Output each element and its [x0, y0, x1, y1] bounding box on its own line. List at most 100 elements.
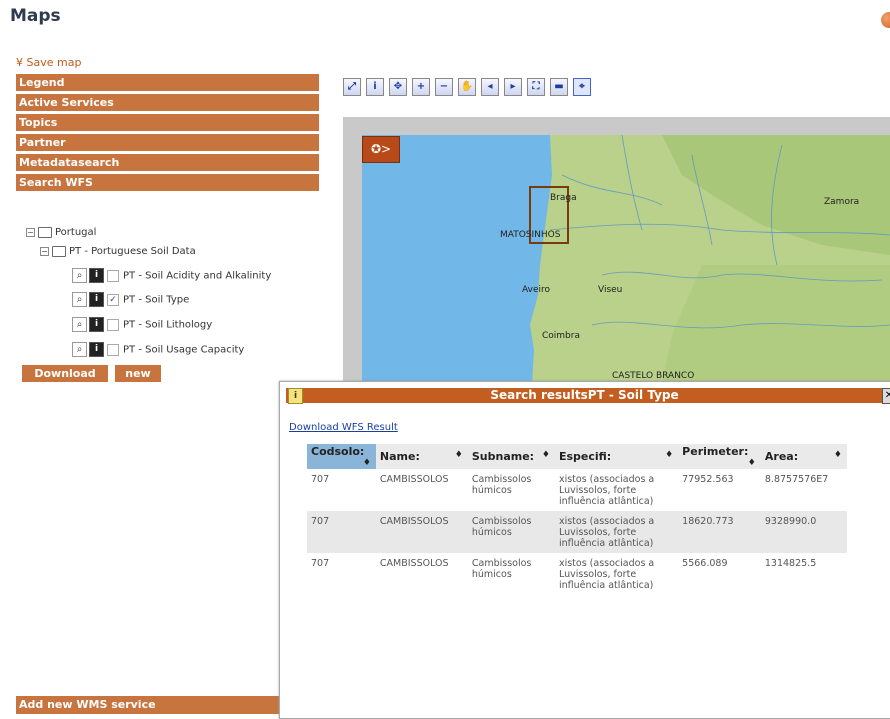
dialog-title: Search resultsPT - Soil Type [286, 388, 883, 403]
download-wfs-result-link[interactable]: Download WFS Result [289, 422, 398, 433]
layer-row: ⌕ i PT - Soil Lithology [72, 317, 212, 333]
collapse-icon[interactable]: − [40, 246, 49, 256]
sort-icon: ♦ [362, 458, 371, 468]
cell-codsolo: 707 [307, 511, 376, 553]
tree-node-portugal[interactable]: − Portugal [26, 225, 96, 241]
accordion-topics[interactable]: Topics [16, 114, 319, 131]
sort-icon: ♦ [747, 458, 756, 468]
zoom-to-extent-icon[interactable]: ⤢ [343, 78, 361, 96]
zoom-out-icon[interactable]: − [435, 78, 453, 96]
cell-area: 1314825.5 [760, 553, 847, 595]
cell-subname: Cambissolos húmicos [467, 469, 555, 511]
results-table: Codsolo: ♦ Name: ♦ Subname: ♦ Especifi: ♦ Pe… [307, 444, 847, 595]
map-label-matosinhos: MATOSINHOS [500, 230, 561, 240]
back-icon[interactable]: ◂ [481, 78, 499, 96]
table-row[interactable]: 707 CAMBISSOLOS Cambissolos húmicos xist… [307, 469, 847, 511]
accordion-search-wfs[interactable]: Search WFS [16, 174, 319, 191]
cell-subname: Cambissolos húmicos [467, 511, 555, 553]
map-label-braga: Braga [550, 193, 577, 203]
layer-label: PT - Soil Lithology [123, 319, 213, 331]
cell-area: 8.8757576E7 [760, 469, 847, 511]
layer-info-icon[interactable]: i [89, 268, 104, 283]
folder-icon [38, 226, 52, 238]
accordion-legend[interactable]: Legend [16, 74, 319, 91]
accordion-active-services[interactable]: Active Services [16, 94, 319, 111]
full-extent-icon[interactable]: ⛶ [527, 78, 545, 96]
cell-especifi: xistos (associados a Luvissolos, forte i… [554, 553, 679, 595]
layer-info-icon[interactable]: i [89, 342, 104, 357]
sort-icon: ♦ [665, 450, 674, 460]
accordion-partner[interactable]: Partner [16, 134, 319, 151]
tree-node-label: Portugal [55, 227, 97, 238]
folder-icon [52, 245, 66, 257]
close-icon[interactable]: ✕ [882, 388, 890, 404]
layer-label: PT - Soil Usage Capacity [123, 344, 245, 356]
zoom-layer-icon[interactable]: ⌕ [72, 268, 87, 283]
accordion-metadatasearch[interactable]: Metadatasearch [16, 154, 319, 171]
map-label-coimbra: Coimbra [542, 331, 580, 341]
cell-especifi: xistos (associados a Luvissolos, forte i… [554, 469, 679, 511]
cell-name: CAMBISSOLOS [375, 511, 468, 553]
layer-checkbox[interactable] [107, 269, 119, 282]
layer-checkbox[interactable] [107, 343, 119, 356]
zoom-layer-icon[interactable]: ⌕ [72, 292, 87, 307]
layer-row: ⌕ i PT - Soil Acidity and Alkalinity [72, 268, 271, 284]
layer-info-icon[interactable]: i [89, 292, 104, 307]
zoom-layer-icon[interactable]: ⌕ [72, 342, 87, 357]
info-tool-icon[interactable]: i [366, 78, 384, 96]
sidebar-accordion: Legend Active Services Topics Partner Me… [16, 74, 319, 194]
pan-hand-icon[interactable]: ✋ [458, 78, 476, 96]
print-icon[interactable]: ▬ [550, 78, 568, 96]
cell-perimeter: 18620.773 [678, 511, 761, 553]
map-canvas[interactable]: Braga Zamora MATOSINHOS Aveiro Viseu Coi… [362, 135, 890, 385]
pan-extent-icon[interactable]: ✥ [389, 78, 407, 96]
user-avatar-icon[interactable] [881, 12, 890, 28]
cell-codsolo: 707 [307, 553, 376, 595]
sort-icon: ♦ [454, 450, 463, 460]
cell-especifi: xistos (associados a Luvissolos, forte i… [554, 511, 679, 553]
select-feature-icon[interactable]: ⌖ [573, 78, 591, 96]
map-label-viseu: Viseu [598, 285, 623, 295]
cell-name: CAMBISSOLOS [375, 469, 468, 511]
layer-checkbox[interactable]: ✓ [107, 293, 119, 306]
sort-icon: ♦ [541, 450, 550, 460]
sort-icon: ♦ [833, 450, 842, 460]
add-wms-service-button[interactable]: Add new WMS service [16, 696, 282, 714]
info-icon: i [288, 388, 303, 404]
layer-label: PT - Soil Type [123, 294, 190, 306]
layer-row: ⌕ i ✓ PT - Soil Type [72, 292, 189, 308]
forward-icon[interactable]: ▸ [504, 78, 522, 96]
cell-perimeter: 5566.089 [678, 553, 761, 595]
column-header-codsolo[interactable]: Codsolo: ♦ [307, 444, 376, 469]
column-header-subname[interactable]: Subname: ♦ [467, 444, 555, 469]
layer-info-icon[interactable]: i [89, 317, 104, 332]
layer-row: ⌕ i PT - Soil Usage Capacity [72, 342, 244, 358]
map-label-castelo-branco: CASTELO BRANCO [612, 371, 695, 381]
cell-perimeter: 77952.563 [678, 469, 761, 511]
zoom-layer-icon[interactable]: ⌕ [72, 317, 87, 332]
cell-name: CAMBISSOLOS [375, 553, 468, 595]
zoom-in-icon[interactable]: + [412, 78, 430, 96]
column-header-perimeter[interactable]: Perimeter: ♦ [678, 444, 761, 469]
layer-label: PT - Soil Acidity and Alkalinity [123, 270, 272, 282]
column-header-name[interactable]: Name: ♦ [375, 444, 468, 469]
save-map-link[interactable]: ¥ Save map [16, 56, 81, 69]
page-title: Maps [10, 6, 61, 26]
table-row[interactable]: 707 CAMBISSOLOS Cambissolos húmicos xist… [307, 553, 847, 595]
column-header-especifi[interactable]: Especifi: ♦ [554, 444, 679, 469]
cell-codsolo: 707 [307, 469, 376, 511]
tree-node-label: PT - Portuguese Soil Data [69, 246, 196, 257]
cell-area: 9328990.0 [760, 511, 847, 553]
table-row[interactable]: 707 CAMBISSOLOS Cambissolos húmicos xist… [307, 511, 847, 553]
search-results-dialog: Search resultsPT - Soil Type i ✕ Downloa… [279, 381, 890, 719]
download-button[interactable]: Download [22, 365, 108, 382]
tree-node-soil-data[interactable]: − PT - Portuguese Soil Data [40, 244, 196, 260]
column-header-area[interactable]: Area: ♦ [760, 444, 847, 469]
new-button[interactable]: new [115, 365, 161, 382]
layer-checkbox[interactable] [107, 318, 119, 331]
map-label-aveiro: Aveiro [522, 285, 551, 295]
map-label-zamora: Zamora [824, 197, 860, 207]
collapse-icon[interactable]: − [26, 227, 35, 237]
map-navigation-icon[interactable]: ✪> [362, 136, 400, 163]
map-image [362, 135, 890, 385]
